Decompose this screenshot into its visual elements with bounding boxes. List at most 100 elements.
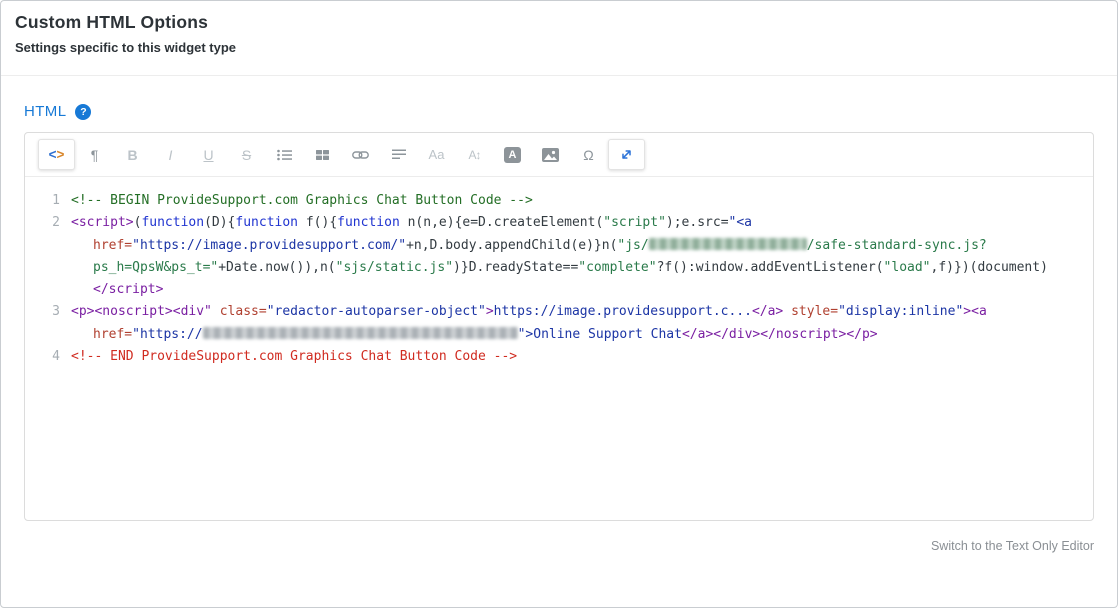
code-token: +n,D.body.appendChild(e)}n( [406, 238, 617, 253]
code-line-content: </script> [71, 279, 1093, 301]
code-token: "> [518, 327, 534, 342]
code-token: ps_h=QpsW&ps_t=" [93, 260, 218, 275]
paragraph-format-button[interactable]: ¶ [76, 139, 113, 170]
font-family-icon: Aa [429, 147, 445, 162]
code-row: href="https://image.providesupport.com/"… [25, 235, 1093, 257]
bold-button[interactable]: B [114, 139, 151, 170]
settings-body: HTML ? <> ¶ B I U S Aa A↕ A Ω 1<!-- BEGIN Provide… [1, 103, 1117, 555]
code-token: f(){ [298, 215, 337, 230]
html-code-button[interactable]: <> [38, 139, 75, 170]
editor-footer: Switch to the Text Only Editor [24, 537, 1094, 555]
code-token: (D){ [204, 215, 235, 230]
special-characters-button[interactable]: Ω [570, 139, 607, 170]
code-token: "redactor-autoparser-object" [267, 304, 486, 319]
code-token: n(n,e){e=D.createElement( [400, 215, 604, 230]
code-token: ?f():window.addEventListener( [657, 260, 884, 275]
code-token: <p><noscript><div" [71, 304, 212, 319]
italic-button[interactable]: I [152, 139, 189, 170]
redacted-blur [649, 238, 807, 250]
html-field-label: HTML [24, 103, 66, 120]
code-token: class= [212, 304, 267, 319]
alignment-button[interactable] [380, 139, 417, 170]
table-icon [316, 149, 329, 161]
code-row: ps_h=QpsW&ps_t="+Date.now()),n("sjs/stat… [25, 257, 1093, 279]
code-line-content: <!-- END ProvideSupport.com Graphics Cha… [71, 346, 1093, 368]
image-icon [542, 148, 559, 162]
code-token: style= [783, 304, 838, 319]
code-token: "complete" [578, 260, 656, 275]
code-token: "js/ [617, 238, 648, 253]
fullscreen-button[interactable] [608, 139, 645, 170]
html-editor: <> ¶ B I U S Aa A↕ A Ω 1<!-- BEGIN ProvideSupport… [24, 132, 1094, 521]
code-row: 3<p><noscript><div" class="redactor-auto… [25, 301, 1093, 323]
line-number [25, 235, 71, 257]
code-token: )}D.readyState== [453, 260, 578, 275]
line-number: 2 [25, 212, 71, 234]
code-token: "load" [884, 260, 931, 275]
font-family-button[interactable]: Aa [418, 139, 455, 170]
code-row: 2<script>(function(D){function f(){funct… [25, 212, 1093, 234]
line-number [25, 257, 71, 279]
help-icon[interactable]: ? [75, 104, 91, 120]
line-number: 4 [25, 346, 71, 368]
alignment-icon [392, 149, 406, 160]
redacted-blur [203, 327, 518, 339]
code-token: </a> [752, 304, 783, 319]
text-color-button[interactable]: A [494, 139, 531, 170]
line-number [25, 279, 71, 301]
line-number [25, 324, 71, 346]
link-button[interactable] [342, 139, 379, 170]
panel-header: Custom HTML Options Settings specific to… [1, 1, 1117, 76]
editor-toolbar: <> ¶ B I U S Aa A↕ A Ω [25, 133, 1093, 177]
code-token: "https://image.providesupport.com/" [132, 238, 406, 253]
code-token: function [235, 215, 298, 230]
table-button[interactable] [304, 139, 341, 170]
special-characters-icon: Ω [583, 147, 593, 163]
code-row: 4<!-- END ProvideSupport.com Graphics Ch… [25, 346, 1093, 368]
paragraph-icon: ¶ [91, 147, 99, 163]
code-token: ><a [963, 304, 986, 319]
code-token: </a></div></noscript></p> [682, 327, 878, 342]
code-token: ,f)})(document) [931, 260, 1048, 275]
underline-button[interactable]: U [190, 139, 227, 170]
strikethrough-icon: S [242, 147, 251, 163]
italic-icon: I [169, 147, 173, 163]
code-token: href= [93, 238, 132, 253]
code-row: </script> [25, 279, 1093, 301]
code-token: href= [93, 327, 132, 342]
switch-editor-link[interactable]: Switch to the Text Only Editor [931, 539, 1094, 553]
code-area[interactable]: 1<!-- BEGIN ProvideSupport.com Graphics … [25, 177, 1093, 509]
code-row: 1<!-- BEGIN ProvideSupport.com Graphics … [25, 190, 1093, 212]
code-token: <!-- END ProvideSupport.com Graphics Cha… [71, 349, 517, 364]
code-line-content: ps_h=QpsW&ps_t="+Date.now()),n("sjs/stat… [71, 257, 1093, 279]
code-token: > [486, 304, 494, 319]
code-token: https://image.providesupport.c... [494, 304, 752, 319]
code-token: Online Support Chat [533, 327, 682, 342]
line-height-button[interactable]: A↕ [456, 139, 493, 170]
unordered-list-button[interactable] [266, 139, 303, 170]
strikethrough-button[interactable]: S [228, 139, 265, 170]
code-line-content: <!-- BEGIN ProvideSupport.com Graphics C… [71, 190, 1093, 212]
link-icon [352, 150, 369, 160]
html-code-icon: <> [49, 147, 65, 162]
line-number: 3 [25, 301, 71, 323]
image-button[interactable] [532, 139, 569, 170]
code-line-content: href="https://image.providesupport.com/"… [71, 235, 1093, 257]
code-row: href="https://">Online Support Chat</a><… [25, 324, 1093, 346]
text-color-icon: A [504, 147, 521, 163]
code-token: "display:inline" [838, 304, 963, 319]
unordered-list-icon [277, 149, 292, 161]
code-token: <!-- BEGIN ProvideSupport.com Graphics C… [71, 193, 533, 208]
code-token: <script> [71, 215, 134, 230]
code-token: +Date.now()),n( [218, 260, 335, 275]
code-token: "sjs/static.js" [336, 260, 453, 275]
bold-icon: B [127, 147, 137, 163]
custom-html-options-panel: Custom HTML Options Settings specific to… [0, 0, 1118, 608]
underline-icon: U [203, 147, 213, 163]
code-token: );e.src= [666, 215, 729, 230]
code-line-content: <script>(function(D){function f(){functi… [71, 212, 1093, 234]
code-token: function [337, 215, 400, 230]
fullscreen-icon [620, 148, 633, 161]
page-title: Custom HTML Options [15, 12, 1103, 33]
code-line-content: href="https://">Online Support Chat</a><… [71, 324, 1093, 346]
